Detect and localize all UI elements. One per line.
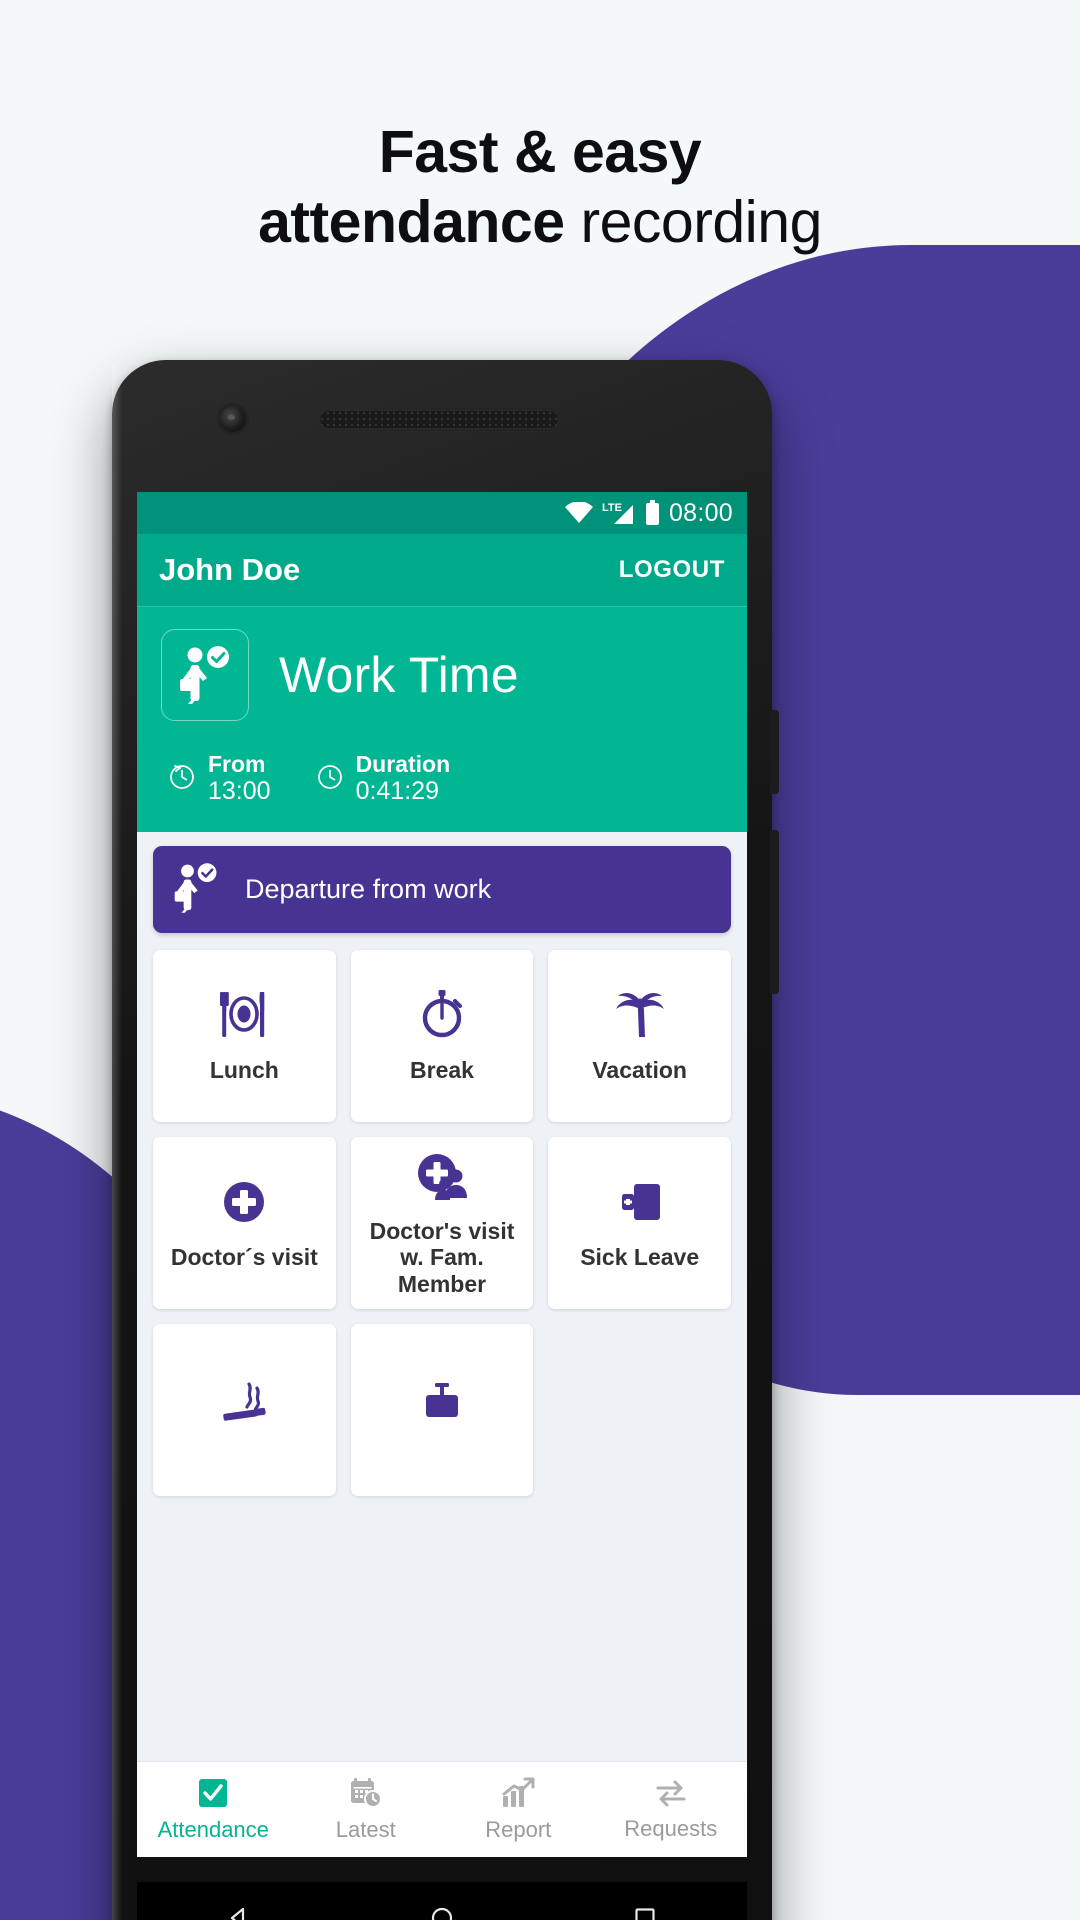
tile-label: Sick Leave <box>580 1244 700 1271</box>
status-time: 08:00 <box>668 498 733 527</box>
tile-label: Lunch <box>209 1057 279 1084</box>
work-time-duration-text: Duration 0:41:29 <box>356 751 451 806</box>
clock-icon <box>315 761 345 796</box>
phone-edge-highlight <box>112 360 122 1920</box>
checkbox-checked-icon <box>197 1777 229 1809</box>
headline-line-2-rest: recording <box>564 188 822 255</box>
departure-label: Departure from work <box>245 873 492 904</box>
departure-from-work-button[interactable]: Departure from work <box>153 845 731 933</box>
tile-label: Break <box>410 1057 474 1084</box>
calendar-clock-icon <box>349 1777 383 1809</box>
medical-cross-circle-icon <box>219 1174 269 1230</box>
svg-text:LTE: LTE <box>602 502 622 514</box>
status-bar: LTE 08:00 <box>137 492 747 534</box>
tile-doctors-visit-family[interactable]: Doctor's visit w. Fam. Member <box>350 1136 534 1309</box>
action-tile-grid: Lunch Break Vacation Doctor´s visit Doct… <box>153 949 731 1496</box>
chart-growth-icon <box>501 1777 535 1809</box>
stopwatch-icon <box>417 987 467 1043</box>
user-name: John Doe <box>159 552 301 587</box>
worker-check-icon <box>173 862 219 917</box>
headline-line-1: Fast & easy <box>378 119 702 185</box>
nav-label: Latest <box>335 1816 396 1842</box>
clock-icon <box>167 761 197 796</box>
power-button[interactable] <box>770 710 779 794</box>
tile-lunch[interactable]: Lunch <box>153 949 336 1122</box>
palm-tree-icon <box>614 987 666 1043</box>
nav-item-requests[interactable]: Requests <box>595 1778 748 1842</box>
tile-label: Doctor´s visit <box>170 1244 318 1271</box>
work-time-meta: From 13:00 Duration 0:41:29 <box>161 751 723 806</box>
nav-label: Attendance <box>157 1816 269 1842</box>
from-value: 13:00 <box>208 777 271 806</box>
nav-item-report[interactable]: Report <box>442 1777 595 1843</box>
logout-button[interactable]: LOGOUT <box>619 556 725 584</box>
repeat-arrows-icon <box>654 1778 688 1808</box>
back-triangle-icon[interactable] <box>226 1905 252 1920</box>
tile-label: Doctor's visit w. Fam. Member <box>369 1217 515 1298</box>
duration-label: Duration <box>355 751 451 777</box>
battery-icon <box>645 500 660 526</box>
headline-line-2: attendance recording <box>0 188 1080 258</box>
tile-business-trip[interactable] <box>350 1323 534 1496</box>
tile-label: Vacation <box>592 1057 687 1084</box>
headline-line-2-bold: attendance <box>258 188 565 255</box>
work-time-header: Work Time <box>161 629 723 721</box>
work-time-from-text: From 13:00 <box>208 751 271 806</box>
app-bar: John Doe LOGOUT <box>137 534 747 606</box>
android-system-nav <box>137 1882 747 1920</box>
headline: Fast & easy attendance recording <box>0 118 1080 257</box>
tile-break[interactable]: Break <box>350 949 534 1122</box>
recents-square-icon[interactable] <box>632 1905 658 1920</box>
promo-screenshot: Fast & easy attendance recording LTE 08:… <box>0 0 1080 1920</box>
business-trip-icon <box>418 1375 466 1431</box>
tile-sick-leave[interactable]: Sick Leave <box>548 1136 731 1309</box>
bottom-navigation: Attendance Latest Report Requests <box>137 1761 747 1857</box>
phone-mockup: LTE 08:00 John Doe LOGOUT Work Time From… <box>112 360 779 1920</box>
nav-label: Requests <box>624 1815 718 1841</box>
front-camera-icon <box>220 406 246 432</box>
work-time-from: From 13:00 <box>167 751 271 806</box>
nav-label: Report <box>485 1816 552 1842</box>
volume-button[interactable] <box>770 830 779 994</box>
tile-doctors-visit[interactable]: Doctor´s visit <box>153 1136 336 1309</box>
worker-check-icon <box>161 629 249 721</box>
cutlery-plate-icon <box>216 987 272 1043</box>
cigarette-icon <box>219 1375 269 1431</box>
work-time-title: Work Time <box>279 647 519 703</box>
medical-family-icon <box>415 1148 469 1204</box>
wifi-icon <box>564 502 593 524</box>
lte-signal-icon: LTE <box>602 501 636 525</box>
nav-item-attendance[interactable]: Attendance <box>137 1777 290 1843</box>
phone-screen: LTE 08:00 John Doe LOGOUT Work Time From… <box>137 492 747 1857</box>
home-circle-icon[interactable] <box>429 1905 455 1920</box>
sick-bed-icon <box>616 1174 664 1230</box>
nav-item-latest[interactable]: Latest <box>290 1777 443 1843</box>
work-time-duration: Duration 0:41:29 <box>315 751 451 806</box>
work-time-card: Work Time From 13:00 Duration 0:41:29 <box>137 606 747 832</box>
tile-smoking-break[interactable] <box>153 1323 336 1496</box>
tile-vacation[interactable]: Vacation <box>548 949 731 1122</box>
main-content: Departure from work Lunch Break Vacation… <box>137 831 747 1496</box>
earpiece-speaker <box>319 410 559 429</box>
duration-value: 0:41:29 <box>355 777 439 806</box>
from-label: From <box>208 751 266 777</box>
